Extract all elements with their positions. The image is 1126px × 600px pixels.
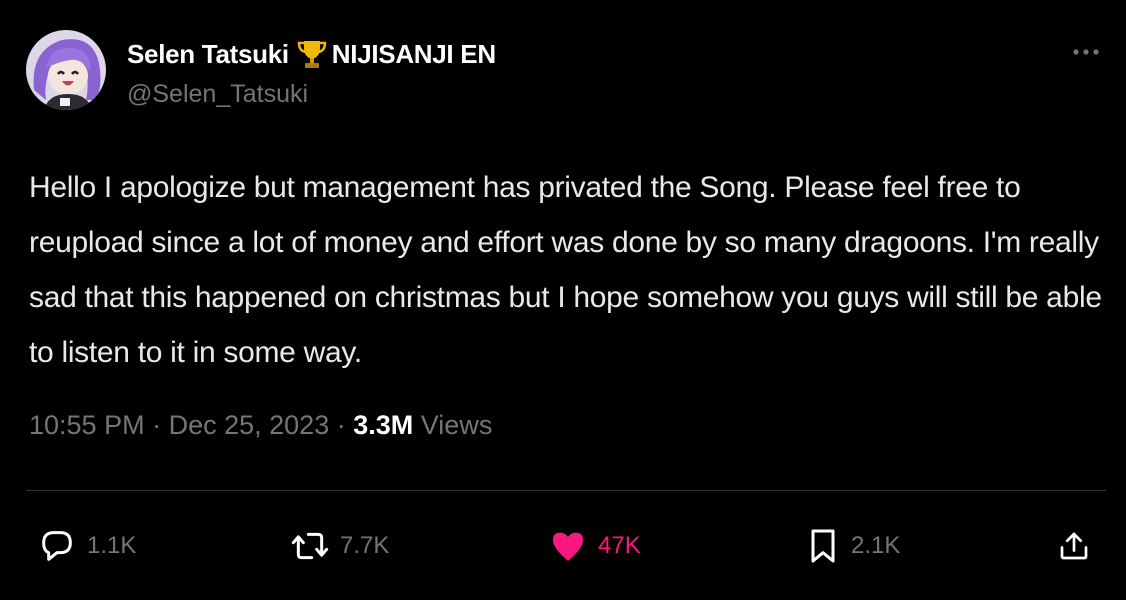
- tweet-time[interactable]: 10:55 PM: [29, 410, 145, 440]
- bookmark-count: 2.1K: [851, 532, 901, 559]
- avatar-image: [26, 30, 106, 110]
- affiliation-label: NIJISANJI EN: [331, 38, 496, 69]
- reply-count: 1.1K: [87, 532, 137, 559]
- share-icon: [1056, 526, 1092, 566]
- user-handle[interactable]: @Selen_Tatsuki: [127, 80, 308, 109]
- tweet-meta: 10:55 PM · Dec 25, 2023 · 3.3M Views: [29, 410, 492, 441]
- heart-icon: [548, 526, 588, 566]
- retweet-button[interactable]: 7.7K: [290, 524, 389, 568]
- divider: [26, 490, 1106, 491]
- author-name-row[interactable]: Selen Tatsuki NIJISANJI EN: [127, 36, 496, 72]
- share-button[interactable]: [1056, 524, 1092, 568]
- retweet-icon: [290, 526, 330, 566]
- meta-separator: ·: [152, 410, 169, 440]
- tweet-date[interactable]: Dec 25, 2023: [169, 410, 330, 440]
- meta-separator: ·: [336, 410, 354, 440]
- more-options-icon[interactable]: [1068, 40, 1104, 64]
- like-button[interactable]: 47K: [548, 524, 641, 568]
- retweet-count: 7.7K: [340, 532, 390, 559]
- avatar[interactable]: [26, 30, 106, 110]
- views-count: 3.3M: [353, 410, 414, 440]
- tweet-card: Selen Tatsuki NIJISANJI EN @Selen_Tatsuk…: [0, 0, 1126, 600]
- bookmark-icon: [805, 526, 841, 566]
- views-label: Views: [420, 410, 493, 440]
- reply-icon: [37, 526, 77, 566]
- reply-button[interactable]: 1.1K: [37, 524, 136, 568]
- like-count: 47K: [598, 532, 641, 559]
- bookmark-button[interactable]: 2.1K: [805, 524, 900, 568]
- display-name[interactable]: Selen Tatsuki: [127, 39, 289, 70]
- trophy-icon: [297, 38, 327, 70]
- tweet-text: Hello I apologize but management has pri…: [29, 171, 1102, 369]
